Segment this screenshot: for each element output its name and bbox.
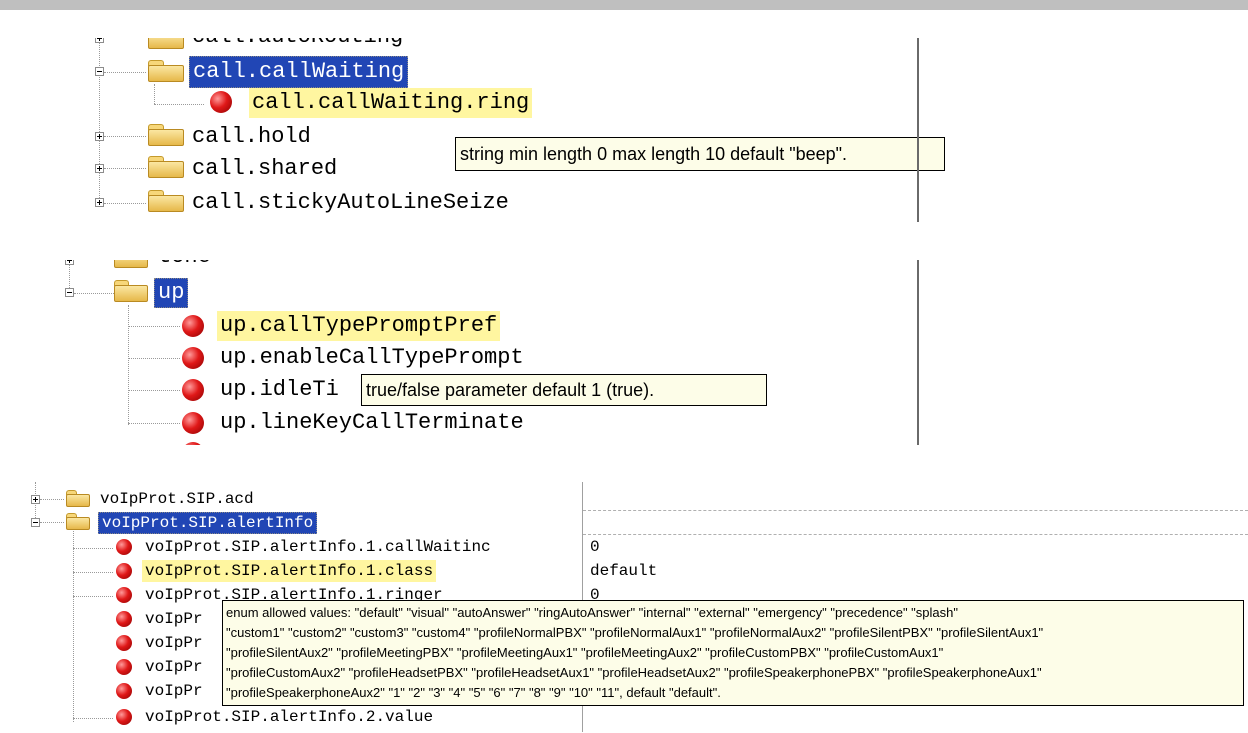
tree-panel-up: tone up up.callTypePromptPref up.enableC… <box>30 260 948 445</box>
collapse-toggle[interactable] <box>31 518 40 527</box>
folder-icon <box>114 260 148 268</box>
tree-item-hold[interactable]: call.hold <box>192 122 311 152</box>
parameter-icon <box>116 635 132 651</box>
value-class[interactable]: default <box>590 560 657 582</box>
expand-toggle[interactable] <box>95 164 104 173</box>
parameter-icon <box>116 587 132 603</box>
folder-open-icon <box>66 513 90 530</box>
expand-toggle[interactable] <box>95 38 104 43</box>
folder-icon <box>148 156 184 178</box>
expand-toggle[interactable] <box>95 198 104 207</box>
parameter-icon <box>182 347 204 369</box>
value-callwaiting[interactable]: 0 <box>590 536 600 558</box>
folder-icon <box>148 190 184 212</box>
tree-item-shared[interactable]: call.shared <box>192 154 337 184</box>
parameter-icon <box>182 442 204 445</box>
parameter-icon <box>116 611 132 627</box>
tooltip: enum allowed values: "default" "visual" … <box>222 600 1244 706</box>
parameter-icon <box>116 683 132 699</box>
parameter-icon <box>182 315 204 337</box>
parameter-icon <box>116 659 132 675</box>
collapse-toggle[interactable] <box>65 288 74 297</box>
tooltip-line: "profileCustomAux2" "profileHeadsetPBX" … <box>226 665 1042 680</box>
folder-icon <box>66 490 90 507</box>
tooltip: true/false parameter default 1 (true). <box>361 374 767 406</box>
tree-item-alertinfo-2-value[interactable]: voIpProt.SIP.alertInfo.2.value <box>145 706 433 728</box>
pane-divider <box>917 260 919 445</box>
expand-toggle[interactable] <box>95 132 104 141</box>
expand-toggle[interactable] <box>65 260 74 265</box>
tree-item-autorouting[interactable]: call.autoRouting <box>192 38 403 49</box>
tooltip-line: "profileSpeakerphoneAux2" "1" "2" "3" "4… <box>226 685 721 700</box>
tree-item-up[interactable]: up <box>154 278 189 308</box>
folder-icon <box>148 124 184 146</box>
tree-item-sticky-auto-line-seize[interactable]: call.stickyAutoLineSeize <box>192 188 509 218</box>
tree-panel-call: call.autoRouting call.callWaiting call.c… <box>30 38 948 222</box>
parameter-icon <box>116 539 132 555</box>
tree-item-ring[interactable]: call.callWaiting.ring <box>249 88 533 118</box>
tree-item-param[interactable]: voIpPr <box>145 680 203 702</box>
folder-open-icon <box>114 280 148 302</box>
tree-item-alertinfo-class[interactable]: voIpProt.SIP.alertInfo.1.class <box>142 560 437 582</box>
parameter-icon <box>182 412 204 434</box>
parameter-icon <box>210 91 232 113</box>
collapse-toggle[interactable] <box>95 67 104 76</box>
tooltip-line: enum allowed values: "default" "visual" … <box>226 605 958 620</box>
tree-item-param[interactable]: voIpPr <box>145 656 203 678</box>
tree-item-line-key-call-terminate[interactable]: up.lineKeyCallTerminate <box>220 408 524 438</box>
pane-divider <box>917 38 919 222</box>
tree-item-param[interactable]: voIpPr <box>145 632 203 654</box>
tooltip: string min length 0 max length 10 defaul… <box>455 137 945 171</box>
tree-item-idle[interactable]: up.idleTi <box>220 375 339 405</box>
expand-toggle[interactable] <box>31 495 40 504</box>
tree-item-acd[interactable]: voIpProt.SIP.acd <box>100 488 254 510</box>
tree-item-alertinfo-callwaiting[interactable]: voIpProt.SIP.alertInfo.1.callWaitinc <box>145 536 579 558</box>
parameter-icon <box>182 379 204 401</box>
tooltip-line: "custom1" "custom2" "custom3" "custom4" … <box>226 625 1044 640</box>
tree-item-callwaiting[interactable]: call.callWaiting <box>189 56 409 88</box>
tooltip-line: "profileSilentAux2" "profileMeetingPBX" … <box>226 645 944 660</box>
parameter-icon <box>116 563 132 579</box>
tree-panel-voipprot: voIpProt.SIP.acd voIpProt.SIP.alertInfo … <box>20 482 1248 732</box>
tree-item-alertinfo[interactable]: voIpProt.SIP.alertInfo <box>98 512 318 534</box>
tree-item-param[interactable]: voIpPr <box>145 608 203 630</box>
tree-item-enable-call-type-prompt[interactable]: up.enableCallTypePrompt <box>220 343 524 373</box>
folder-icon <box>148 38 184 49</box>
top-divider <box>0 0 1248 10</box>
tree-item-tone[interactable]: tone <box>158 260 211 269</box>
folder-open-icon <box>148 60 184 82</box>
tree-item-call-type-prompt-pref[interactable]: up.callTypePromptPref <box>217 311 501 341</box>
parameter-icon <box>116 709 132 725</box>
